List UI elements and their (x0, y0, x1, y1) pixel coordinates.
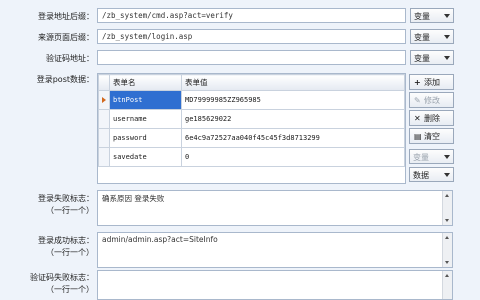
row-indicator (98, 147, 110, 167)
captcha-fail-scrollbar[interactable] (442, 271, 452, 299)
row-pointer-icon (102, 97, 106, 103)
delete-button[interactable]: ✕ 删除 (409, 110, 454, 126)
captcha-url-variable-dropdown[interactable]: 变量 (410, 50, 454, 65)
scroll-down-icon (445, 219, 449, 222)
captcha-fail-sublabel: （一行一个） (46, 285, 94, 294)
post-data-grid[interactable]: 表单名 表单值 btnPost MD79999985ZZ965985 usern… (97, 73, 406, 184)
clear-button[interactable]: ▤ 清空 (409, 128, 454, 144)
add-label: 添加 (424, 78, 440, 87)
row-indicator (98, 90, 110, 110)
source-page-variable-dropdown[interactable]: 变量 (410, 29, 454, 44)
chevron-down-icon (444, 173, 450, 177)
row-indicator (98, 109, 110, 129)
chevron-down-icon (444, 56, 450, 60)
scroll-down-icon (445, 261, 449, 264)
post-data-label: 登录post数据： (36, 75, 94, 84)
source-page-label: 来源页面后缀： (38, 33, 94, 42)
grid-data-dropdown[interactable]: 数据 (409, 167, 454, 182)
table-row[interactable]: password 6e4c9a72527aa040f45c45f3d871329… (98, 128, 405, 148)
success-flag-textarea[interactable]: admin/admin.asp?act=SiteInfo (97, 232, 453, 268)
captcha-fail-textarea[interactable] (97, 270, 453, 300)
success-flag-value: admin/admin.asp?act=SiteInfo (102, 235, 218, 244)
edit-button[interactable]: ✎ 修改 (409, 92, 454, 108)
table-row[interactable]: savedate 0 (98, 147, 405, 167)
table-cell-value[interactable]: ge185629022 (181, 109, 405, 129)
captcha-url-field[interactable] (97, 50, 406, 65)
login-url-label: 登录地址后缀： (38, 12, 94, 21)
login-url-field[interactable]: /zb_system/cmd.asp?act=verify (97, 8, 406, 23)
fail-flag-textarea[interactable]: 确系原因 登录失败 (97, 190, 453, 226)
add-button[interactable]: + 添加 (409, 74, 454, 90)
fail-flag-label: 登录失败标志： (38, 194, 94, 203)
success-flag-label: 登录成功标志： (38, 236, 94, 245)
dropdown-label: 数据 (413, 171, 429, 180)
row-indicator (98, 128, 110, 148)
chevron-down-icon (444, 35, 450, 39)
grid-header-row: 表单名 表单值 (98, 74, 405, 91)
fail-flag-scrollbar[interactable] (442, 191, 452, 225)
trash-icon: ▤ (414, 132, 422, 141)
edit-label: 修改 (424, 96, 440, 105)
table-cell-value[interactable]: 0 (181, 147, 405, 167)
table-cell-value[interactable]: MD79999985ZZ965985 (181, 90, 405, 110)
dropdown-label: 变量 (413, 153, 429, 162)
table-row[interactable]: username ge185629022 (98, 109, 405, 129)
table-cell-name[interactable]: username (109, 109, 182, 129)
scroll-up-icon (445, 236, 449, 239)
clear-label: 清空 (424, 132, 440, 141)
fail-flag-sublabel: （一行一个） (46, 206, 94, 215)
fail-flag-value: 确系原因 登录失败 (102, 194, 165, 203)
table-row[interactable]: btnPost MD79999985ZZ965985 (98, 90, 405, 110)
grid-header-value[interactable]: 表单值 (181, 74, 405, 91)
dropdown-label: 变量 (414, 54, 430, 63)
grid-variable-dropdown[interactable]: 变量 (409, 149, 454, 164)
login-url-variable-dropdown[interactable]: 变量 (410, 8, 454, 23)
chevron-down-icon (444, 155, 450, 159)
table-cell-value[interactable]: 6e4c9a72527aa040f45c45f3d8713299 (181, 128, 405, 148)
delete-label: 删除 (424, 114, 440, 123)
grid-header-name[interactable]: 表单名 (109, 74, 182, 91)
success-flag-sublabel: （一行一个） (46, 248, 94, 257)
scroll-up-icon (445, 274, 449, 277)
chevron-down-icon (444, 14, 450, 18)
pencil-icon: ✎ (414, 96, 421, 105)
scroll-up-icon (445, 194, 449, 197)
close-icon: ✕ (414, 114, 421, 123)
grid-header-indicator (98, 74, 110, 91)
table-cell-name[interactable]: password (109, 128, 182, 148)
captcha-fail-label: 验证码失败标志： (30, 273, 94, 282)
table-cell-name[interactable]: btnPost (109, 90, 182, 110)
source-page-field[interactable]: /zb_system/login.asp (97, 29, 406, 44)
dropdown-label: 变量 (414, 33, 430, 42)
dropdown-label: 变量 (414, 12, 430, 21)
table-cell-name[interactable]: savedate (109, 147, 182, 167)
captcha-url-label: 验证码地址： (46, 54, 94, 63)
success-flag-scrollbar[interactable] (442, 233, 452, 267)
plus-icon: + (414, 78, 421, 87)
